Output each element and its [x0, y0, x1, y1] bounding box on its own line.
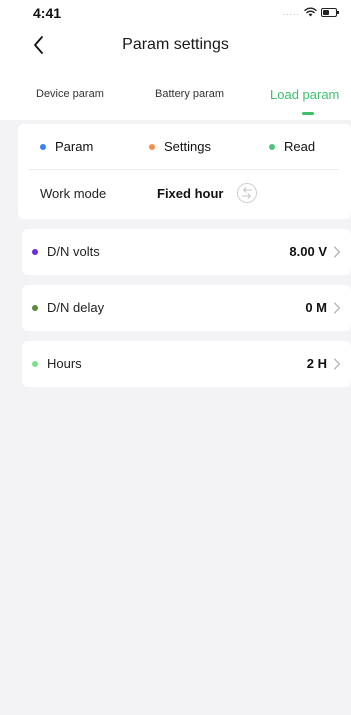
chevron-right-icon [333, 246, 341, 258]
top-area: 4:41 ..... Param settings Device param B… [0, 0, 351, 120]
work-mode-value[interactable]: Fixed hour [157, 186, 223, 201]
legend-settings: Settings [149, 139, 211, 154]
dn-volts-dot-icon [32, 249, 38, 255]
hours-value: 2 H [306, 356, 327, 371]
tab-bar: Device param Battery param Load param [0, 87, 351, 115]
status-time: 4:41 [33, 5, 62, 21]
tab-load-param[interactable]: Load param [270, 87, 339, 102]
nav-bar: Param settings [0, 28, 351, 64]
page-title: Param settings [122, 36, 229, 53]
read-dot-icon [269, 143, 275, 150]
param-row-hours[interactable]: Hours 2 H [22, 341, 351, 387]
switch-arrow-icon[interactable] [236, 182, 258, 204]
hours-label: Hours [47, 356, 82, 371]
chevron-right-icon [333, 302, 341, 314]
legend-read: Read [269, 139, 315, 154]
hours-dot-icon [32, 361, 38, 367]
status-bar: 4:41 ..... [0, 0, 351, 28]
dn-volts-value: 8.00 V [289, 244, 327, 259]
work-mode-label: Work mode [40, 186, 107, 201]
dn-delay-dot-icon [32, 305, 38, 311]
legend-settings-label: Settings [164, 139, 211, 154]
settings-dot-icon [149, 143, 155, 150]
legend-row: Param Settings Read [28, 124, 339, 170]
param-dot-icon [40, 143, 46, 150]
legend-card: Param Settings Read Work mode Fixed hour [18, 124, 351, 219]
signal-dots-icon: ..... [282, 7, 300, 17]
battery-icon [321, 7, 339, 17]
dn-delay-value: 0 M [305, 300, 327, 315]
legend-param: Param [40, 139, 93, 154]
legend-read-label: Read [284, 139, 316, 154]
param-row-dn-delay[interactable]: D/N delay 0 M [22, 285, 351, 331]
status-icons: ..... [282, 7, 339, 17]
tab-device-param[interactable]: Device param [36, 88, 104, 100]
dn-volts-label: D/N volts [47, 244, 100, 259]
tab-active-indicator [302, 112, 314, 115]
legend-param-label: Param [55, 139, 94, 154]
param-row-dn-volts[interactable]: D/N volts 8.00 V [22, 229, 351, 275]
wifi-icon [304, 7, 317, 17]
work-mode-row: Work mode Fixed hour [18, 170, 351, 218]
tab-battery-param[interactable]: Battery param [155, 88, 224, 100]
dn-delay-label: D/N delay [47, 300, 105, 315]
chevron-right-icon [333, 358, 341, 370]
